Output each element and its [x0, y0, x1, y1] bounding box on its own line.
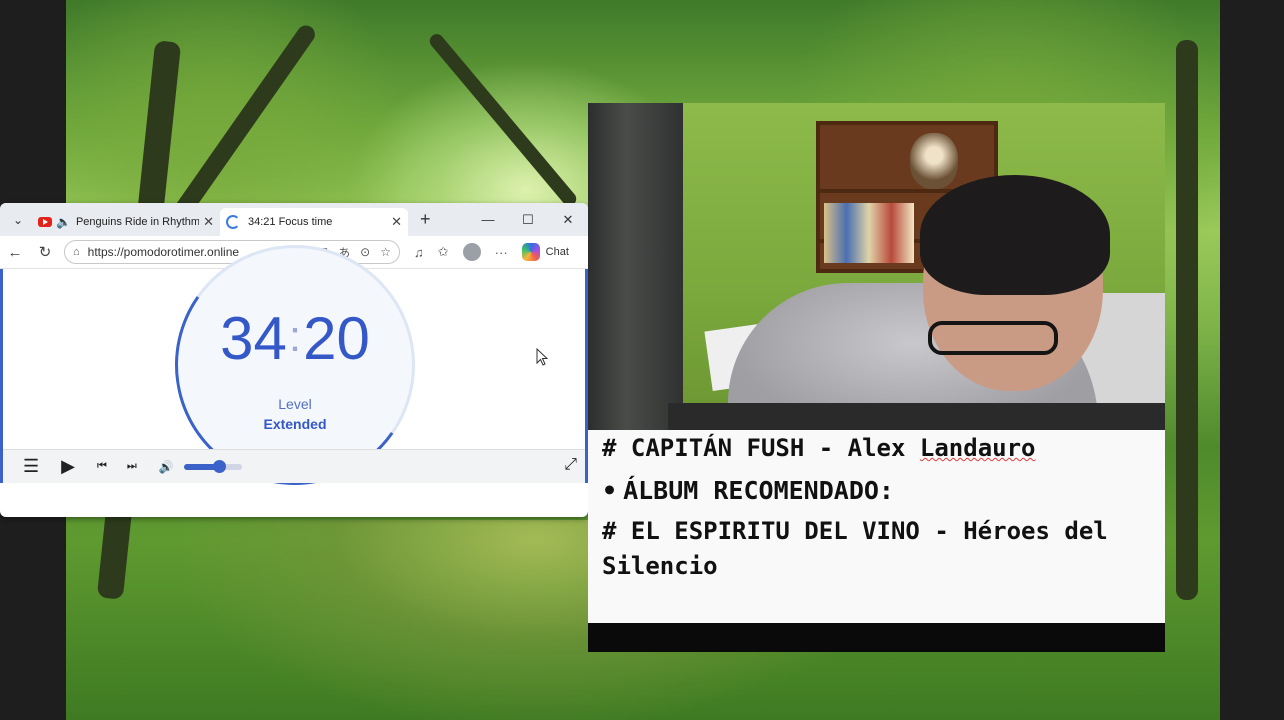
- tab-title: 34:21 Focus time: [248, 216, 333, 228]
- new-tab-button[interactable]: +: [420, 209, 431, 230]
- notes-line-album: # EL ESPIRITU DEL VINO - Héroes del Sile…: [602, 517, 1108, 580]
- person-hair: [920, 175, 1110, 295]
- volume-icon[interactable]: 🔊: [159, 460, 174, 474]
- more-menu-icon[interactable]: ···: [495, 245, 508, 260]
- timer-minutes: 34: [220, 305, 287, 372]
- play-icon[interactable]: ▶: [61, 456, 75, 477]
- minimize-button[interactable]: —: [468, 212, 508, 227]
- browser-window: ⌄ 🔈 Penguins Ride in Rhythm ✕ 34:21 Focu…: [0, 203, 588, 517]
- youtube-icon: [38, 217, 52, 227]
- bottom-black-bar: [588, 623, 1165, 652]
- notes-line-album-heading: • ÁLBUM RECOMENDADO:: [602, 476, 894, 505]
- level-label: Level: [278, 396, 312, 412]
- mouse-cursor-icon: [536, 348, 549, 366]
- speaker-icon[interactable]: 🔈: [56, 215, 71, 229]
- close-tab-icon[interactable]: ✕: [391, 214, 402, 230]
- bullet-icon: •: [602, 476, 618, 505]
- volume-knob[interactable]: [212, 459, 226, 473]
- close-tab-icon[interactable]: ✕: [203, 214, 214, 230]
- profile-avatar-icon[interactable]: [462, 243, 481, 261]
- fullscreen-icon[interactable]: ⤢: [564, 456, 577, 474]
- media-player-bar: ☰ ▶ ⏮ ⏭ 🔊 ⤢: [3, 449, 585, 483]
- timer-seconds: 20: [303, 305, 370, 372]
- dark-door: [588, 103, 683, 430]
- favorite-star-icon[interactable]: ☆: [380, 245, 391, 259]
- tab-focus-time[interactable]: 34:21 Focus time ✕: [220, 208, 408, 236]
- desk: [668, 403, 1165, 430]
- window-controls: — ☐ ✕: [468, 203, 588, 236]
- close-window-button[interactable]: ✕: [548, 212, 588, 228]
- refresh-icon[interactable]: ↻: [30, 243, 60, 261]
- back-arrow-icon[interactable]: ←: [0, 244, 30, 261]
- right-letterbox: [1220, 0, 1284, 720]
- album-heading-text: ÁLBUM RECOMENDADO:: [623, 476, 894, 505]
- spellcheck-word: Landauro: [919, 434, 1036, 462]
- next-track-icon[interactable]: ⏭: [127, 460, 137, 473]
- pomodoro-page: 34:20 Level Extended ☰ ▶ ⏮ ⏭ 🔊 ⤢: [0, 225, 588, 505]
- notes-line-artist-prefix: # CAPITÁN FUSH - Alex: [602, 434, 920, 462]
- media-control-icon[interactable]: ♫: [414, 245, 424, 260]
- more-actions-circle-icon[interactable]: ⊙: [360, 245, 370, 259]
- maximize-button[interactable]: ☐: [508, 212, 548, 228]
- timer-colon: :: [288, 312, 302, 361]
- tab-strip: ⌄ 🔈 Penguins Ride in Rhythm ✕ 34:21 Focu…: [0, 203, 588, 236]
- menu-icon[interactable]: ☰: [23, 456, 39, 477]
- tab-penguins[interactable]: 🔈 Penguins Ride in Rhythm ✕: [32, 208, 220, 236]
- plush-toy: [910, 133, 958, 189]
- tab-title: Penguins Ride in Rhythm: [75, 216, 200, 228]
- timer-display: 34:20: [178, 304, 412, 373]
- loading-icon: [226, 215, 240, 229]
- level-value[interactable]: Extended: [178, 416, 412, 432]
- tab-actions-chevron-icon[interactable]: ⌄: [4, 208, 32, 232]
- notes-panel: # CAPITÁN FUSH - Alex Landauro • ÁLBUM RE…: [588, 430, 1165, 623]
- tree-trunk: [1176, 40, 1198, 600]
- glasses: [928, 321, 1058, 355]
- volume-slider[interactable]: [183, 459, 242, 473]
- site-info-icon[interactable]: ⌂: [73, 246, 80, 258]
- webcam-feed: [588, 103, 1165, 430]
- chat-label[interactable]: Chat: [546, 246, 569, 258]
- notes-line-artist: # CAPITÁN FUSH - Alex Landauro: [602, 434, 1035, 462]
- favorites-icon[interactable]: ✩: [438, 244, 449, 260]
- copilot-icon[interactable]: [521, 243, 540, 261]
- previous-track-icon[interactable]: ⏮: [97, 460, 107, 473]
- books: [824, 203, 914, 263]
